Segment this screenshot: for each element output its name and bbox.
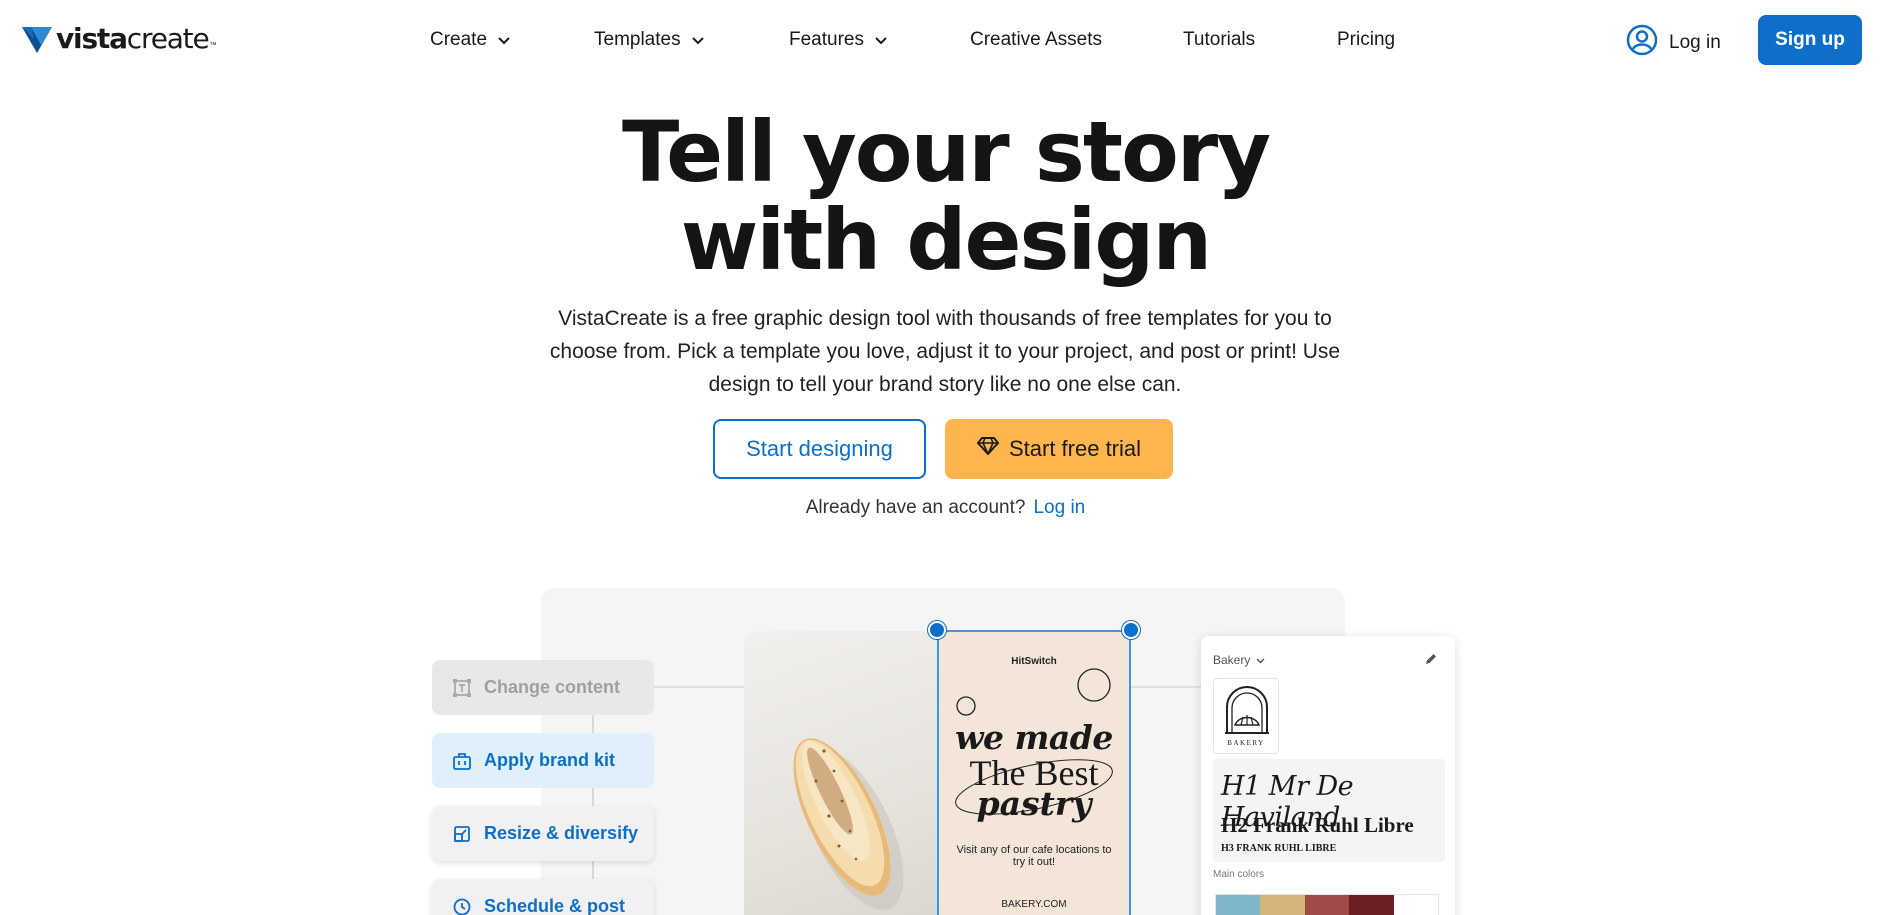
brand-kit-panel: Bakery BAKERY H1 Mr De Haviland H2 Frank… (1201, 636, 1455, 915)
nav-label: Tutorials (1183, 29, 1256, 50)
card-body-text: Visit any of our cafe locations to try i… (956, 844, 1112, 868)
vistacreate-logo-icon (22, 26, 52, 53)
nav-label: Create (430, 29, 488, 50)
nav-creative-assets[interactable]: Creative Assets (970, 29, 1102, 51)
step-label: Change content (484, 677, 621, 697)
clock-icon (452, 897, 472, 915)
nav-templates[interactable]: Templates (594, 29, 704, 51)
card-url: BAKERY.COM (1001, 899, 1067, 910)
eclair-photo (744, 631, 938, 915)
brand-logo-text: BAKERY (1227, 739, 1265, 747)
nav-features[interactable]: Features (789, 29, 887, 51)
brand-logo-box[interactable]: BAKERY (1213, 678, 1279, 754)
brand-kit-dropdown[interactable]: Bakery (1213, 653, 1265, 667)
hero-title-line-2: with design (680, 191, 1212, 289)
already-account-row: Already have an account? Log in (0, 497, 1891, 519)
nav-tutorials[interactable]: Tutorials (1183, 29, 1255, 51)
nav-create[interactable]: Create (430, 29, 510, 51)
vistacreate-logo[interactable]: vistacreate ™ (22, 22, 216, 55)
chevron-down-icon (1256, 653, 1265, 667)
start-designing-button[interactable]: Start designing (713, 419, 926, 479)
step-change-content: Change content (432, 660, 654, 715)
bakery-logo-icon (1225, 686, 1269, 734)
login-label: Log in (1669, 32, 1721, 53)
briefcase-icon (452, 751, 472, 771)
step-apply-brand-kit: Apply brand kit (432, 733, 654, 788)
chevron-down-icon (691, 29, 704, 51)
color-swatch[interactable] (1393, 895, 1439, 915)
pencil-icon[interactable] (1424, 652, 1438, 671)
selection-handle[interactable] (928, 621, 946, 639)
font-h3-sample: H3 FRANK RUHL LIBRE (1221, 843, 1337, 854)
brand-kit-dropdown-label: Bakery (1213, 653, 1251, 667)
logo-trademark: ™ (209, 42, 217, 49)
login-button[interactable]: Log in (1626, 24, 1721, 62)
step-label: Apply brand kit (484, 750, 616, 770)
start-free-trial-button[interactable]: Start free trial (945, 419, 1173, 479)
hero-title: Tell your story with design (0, 108, 1891, 284)
nav-label: Templates (594, 29, 681, 50)
user-circle-icon (1626, 24, 1658, 62)
diamond-icon (976, 436, 999, 462)
text-frame-icon (452, 678, 472, 698)
nav-label: Creative Assets (970, 29, 1102, 50)
signup-button[interactable]: Sign up (1758, 15, 1862, 65)
color-swatch[interactable] (1216, 895, 1261, 915)
eclair-image (793, 738, 904, 910)
font-h2-sample: H2 Frank Ruhl Libre (1221, 813, 1414, 837)
already-account-text: Already have an account? (805, 497, 1026, 518)
brand-fonts-box[interactable]: H1 Mr De Haviland H2 Frank Ruhl Libre H3… (1213, 759, 1445, 862)
color-swatches (1215, 894, 1439, 915)
selection-handle[interactable] (1122, 621, 1140, 639)
hero-title-line-1: Tell your story (622, 103, 1271, 201)
logo-wordmark: vistacreate (56, 22, 210, 55)
card-title-line-3: pastry (976, 784, 1092, 823)
color-swatch[interactable] (1260, 895, 1305, 915)
start-free-trial-label: Start free trial (1008, 436, 1142, 461)
color-swatch[interactable] (1304, 895, 1350, 915)
template-card[interactable]: HitSwitch we made The Best pastry Visit … (937, 630, 1131, 915)
chevron-down-icon (498, 29, 510, 51)
nav-label: Pricing (1337, 29, 1396, 50)
hero-login-link[interactable]: Log in (1033, 497, 1085, 518)
connector-line (1131, 686, 1201, 688)
nav-pricing[interactable]: Pricing (1337, 29, 1395, 51)
hero-subtitle: VistaCreate is a free graphic design too… (549, 307, 1341, 396)
step-schedule-post: Schedule & post (432, 879, 654, 915)
chevron-down-icon (875, 29, 887, 51)
site-header: vistacreate ™ Create Templates Features … (0, 0, 1891, 80)
main-colors-label: Main colors (1213, 869, 1265, 880)
step-label: Resize & diversify (484, 823, 639, 843)
step-resize-diversify: Resize & diversify (432, 806, 654, 861)
color-swatch[interactable] (1349, 895, 1394, 915)
nav-label: Features (789, 29, 864, 50)
step-label: Schedule & post (484, 896, 626, 915)
resize-icon (452, 824, 472, 844)
connector-line (654, 686, 744, 688)
